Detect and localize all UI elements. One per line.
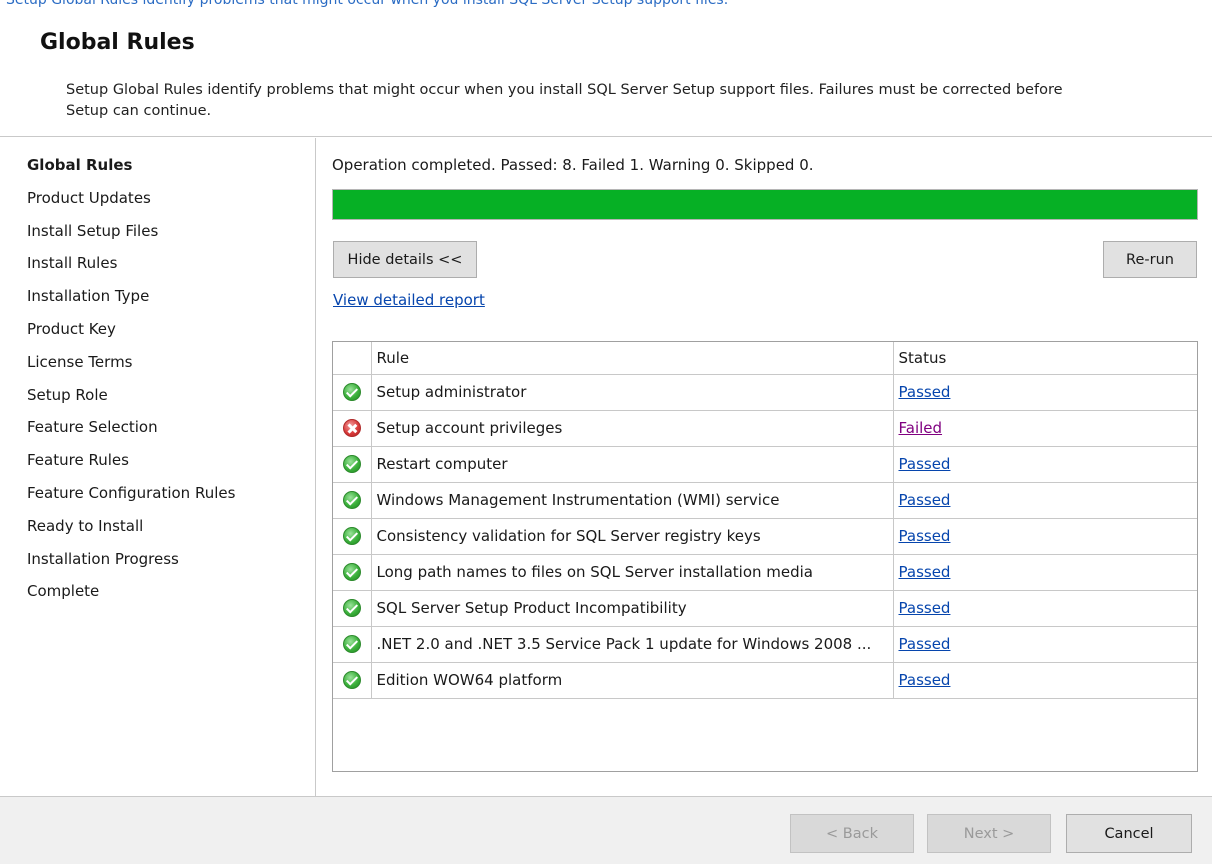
rule-status-cell: Passed [892,373,1197,411]
progress-bar [332,189,1198,220]
next-button[interactable]: Next > [927,814,1051,853]
row-icon-cell [333,589,372,627]
rule-name-cell: Consistency validation for SQL Server re… [370,517,894,555]
rule-status-link[interactable]: Failed [899,419,943,437]
hide-details-button[interactable]: Hide details << [333,241,477,278]
table-row[interactable]: Setup account privileges Failed [333,409,1197,447]
rule-name-cell: Setup administrator [370,373,894,411]
rule-status-link[interactable]: Passed [899,635,951,653]
sidebar-step: Product Key [27,319,116,338]
steps-list: Global Rules Product Updates Install Setup… [27,154,235,613]
table-row[interactable]: Windows Management Instrumentation (WMI)… [333,481,1197,519]
rule-column-header[interactable]: Rule [370,342,894,375]
sidebar-step: Setup Role [27,385,108,404]
sidebar-step: Install Setup Files [27,221,159,240]
rule-name-cell: Restart computer [370,445,894,483]
rule-status-cell: Passed [892,517,1197,555]
sidebar-step: Feature Selection [27,418,158,437]
rule-status-link[interactable]: Passed [899,599,951,617]
table-row[interactable]: .NET 2.0 and .NET 3.5 Service Pack 1 upd… [333,625,1197,663]
status-column-header[interactable]: Status [892,342,1197,375]
sidebar-step: Complete [27,582,100,601]
page-description: Setup Global Rules identify problems tha… [66,82,1063,119]
sidebar-step: License Terms [27,352,133,371]
sidebar-step: Global Rules [27,156,133,174]
steps-sidebar: Global Rules Product Updates Install Setup… [0,138,316,796]
check-icon [342,599,361,618]
rerun-button[interactable]: Re-run [1103,241,1197,278]
check-icon [342,491,361,510]
page-title: Global Rules [40,30,195,55]
rule-name-cell: Edition WOW64 platform [370,661,894,699]
check-icon [342,671,361,690]
sidebar-step: Ready to Install [27,516,144,535]
sidebar-step: Install Rules [27,254,118,273]
row-icon-cell [333,661,372,699]
table-row[interactable]: Restart computer Passed [333,445,1197,483]
rules-table: Rule Status Setup administrator Passed Set… [332,341,1198,772]
check-icon [342,527,361,546]
icon-column-header [333,342,372,375]
row-icon-cell [333,373,372,411]
table-row[interactable]: Edition WOW64 platform Passed [333,661,1197,699]
table-row[interactable]: Setup administrator Passed [333,373,1197,411]
rule-name-cell: .NET 2.0 and .NET 3.5 Service Pack 1 upd… [370,625,894,663]
check-icon [342,455,361,474]
table-row[interactable]: SQL Server Setup Product Incompatibility… [333,589,1197,627]
rule-name-cell: Windows Management Instrumentation (WMI)… [370,481,894,519]
row-icon-cell [333,625,372,663]
sidebar-step: Installation Type [27,287,150,306]
check-icon [342,563,361,582]
rule-status-cell: Passed [892,445,1197,483]
rule-name-cell: SQL Server Setup Product Incompatibility [370,589,894,627]
sidebar-step: Feature Rules [27,451,129,470]
sidebar-step: Product Updates [27,188,151,207]
row-icon-cell [333,553,372,591]
table-row[interactable]: Long path names to files on SQL Server i… [333,553,1197,591]
rule-name-cell: Long path names to files on SQL Server i… [370,553,894,591]
back-button[interactable]: < Back [790,814,914,853]
rule-status-link[interactable]: Passed [899,383,951,401]
error-icon [342,419,361,438]
row-icon-cell [333,481,372,519]
main-panel: Operation completed. Passed: 8. Failed 1… [317,138,1212,796]
row-icon-cell [333,409,372,447]
row-icon-cell [333,517,372,555]
rule-status-cell: Passed [892,553,1197,591]
rule-status-cell: Passed [892,625,1197,663]
top-cut-text: Setup Global Rules identify problems tha… [6,0,729,8]
top-cut-text-strip: Setup Global Rules identify problems tha… [0,0,1212,14]
cancel-button[interactable]: Cancel [1066,814,1192,853]
page-header: Global Rules Setup Global Rules identify… [0,14,1212,137]
check-icon [342,635,361,654]
rule-status-cell: Passed [892,481,1197,519]
rule-status-link[interactable]: Passed [899,455,951,473]
rule-status-link[interactable]: Passed [899,491,951,509]
view-detailed-report-link[interactable]: View detailed report [333,291,485,309]
rule-status-link[interactable]: Passed [899,563,951,581]
rules-table-header: Rule Status [333,342,1197,375]
rule-status-link[interactable]: Passed [899,527,951,545]
operation-status: Operation completed. Passed: 8. Failed 1… [332,156,814,174]
rule-status-cell: Passed [892,589,1197,627]
progress-fill [333,190,1197,219]
table-row[interactable]: Consistency validation for SQL Server re… [333,517,1197,555]
sidebar-step: Installation Progress [27,549,179,568]
sidebar-step: Feature Configuration Rules [27,483,236,502]
rule-status-link[interactable]: Passed [899,671,951,689]
footer-bar: < Back Next > Cancel [0,796,1212,864]
rule-status-cell: Failed [892,409,1197,447]
row-icon-cell [333,445,372,483]
check-icon [342,383,361,402]
rule-status-cell: Passed [892,661,1197,699]
rule-name-cell: Setup account privileges [370,409,894,447]
